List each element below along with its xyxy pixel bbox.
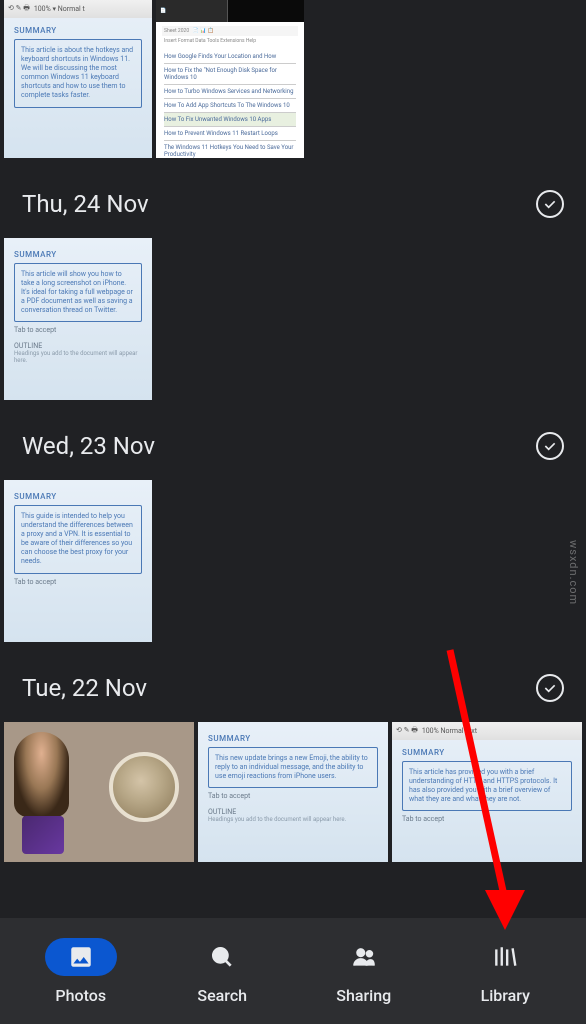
list-line: How to Fix the "Not Enough Disk Space fo… xyxy=(164,64,296,85)
doc-toolbar: ⟲ ✎ 🖶100% Normal text xyxy=(392,722,582,740)
outline-text: Headings you add to the document will ap… xyxy=(14,350,142,364)
list-line: How To Add App Shortcuts To The Windows … xyxy=(164,99,296,113)
nav-icon-wrap xyxy=(469,938,541,976)
select-all-icon[interactable] xyxy=(536,432,564,460)
tab-accept: Tab to accept xyxy=(402,815,572,823)
bottom-nav: Photos Search Sharing Library xyxy=(0,918,586,1024)
nav-library[interactable]: Library xyxy=(435,938,577,1005)
sharing-icon xyxy=(351,944,377,970)
date-header[interactable]: Tue, 22 Nov xyxy=(0,642,586,722)
watermark: wsxdn.com xyxy=(567,540,580,605)
summary-label: SUMMARY xyxy=(14,26,142,35)
summary-label: SUMMARY xyxy=(14,492,142,501)
nav-photos[interactable]: Photos xyxy=(10,938,152,1005)
photo-thumbnail[interactable]: SUMMARY This new update brings a new Emo… xyxy=(198,722,388,862)
photo-thumbnail[interactable]: ⟲ ✎ 🖶100% ▾ Normal t SUMMARY This articl… xyxy=(4,0,152,158)
summary-box: This new update brings a new Emoji, the … xyxy=(208,747,378,788)
outline-text: Headings you add to the document will ap… xyxy=(208,816,378,823)
summary-box: This article has provided you with a bri… xyxy=(402,761,572,811)
nav-search[interactable]: Search xyxy=(152,938,294,1005)
cup-object xyxy=(109,752,179,822)
nav-label: Photos xyxy=(55,986,106,1005)
date-label: Wed, 23 Nov xyxy=(22,432,155,460)
screenshot-header: 📄 xyxy=(156,0,304,22)
select-all-icon[interactable] xyxy=(536,190,564,218)
candy-object xyxy=(22,816,64,854)
date-header[interactable]: Thu, 24 Nov xyxy=(0,158,586,238)
search-icon xyxy=(209,944,235,970)
tab-accept: Tab to accept xyxy=(14,326,142,334)
tab-accept: Tab to accept xyxy=(208,792,378,800)
summary-label: SUMMARY xyxy=(14,250,142,259)
nav-sharing[interactable]: Sharing xyxy=(293,938,435,1005)
summary-label: SUMMARY xyxy=(208,734,378,743)
photo-grid-scroll[interactable]: ⟲ ✎ 🖶100% ▾ Normal t SUMMARY This articl… xyxy=(0,0,586,918)
list-line: How To Fix Unwanted Windows 10 Apps xyxy=(164,113,296,127)
photo-thumbnail[interactable]: SUMMARY This article will show you how t… xyxy=(4,238,152,400)
date-header[interactable]: Wed, 23 Nov xyxy=(0,400,586,480)
date-label: Thu, 24 Nov xyxy=(22,190,149,218)
photo-thumbnail[interactable]: SUMMARY This guide is intended to help y… xyxy=(4,480,152,642)
list-line: How to Prevent Windows 11 Restart Loops xyxy=(164,127,296,141)
date-label: Tue, 22 Nov xyxy=(22,674,147,702)
nav-label: Library xyxy=(481,986,530,1005)
photo-thumbnail[interactable]: ⟲ ✎ 🖶100% Normal text SUMMARY This artic… xyxy=(392,722,582,862)
nav-icon-wrap xyxy=(45,938,117,976)
library-icon xyxy=(492,944,518,970)
list-line: How Google Finds Your Location and How xyxy=(164,50,296,64)
photo-thumbnail[interactable]: 📄 Sheet 2020 📄 📊 📋 Insert Format Data To… xyxy=(156,0,304,158)
nav-icon-wrap xyxy=(328,938,400,976)
figurine-object xyxy=(14,732,69,817)
list-line: The Windows 11 Hotkeys You Need to Save … xyxy=(164,141,296,158)
summary-box: This article will show you how to take a… xyxy=(14,263,142,322)
photo-thumbnail[interactable] xyxy=(4,722,194,862)
outline-label: OUTLINE xyxy=(14,342,142,350)
photos-icon xyxy=(68,944,94,970)
tab-accept: Tab to accept xyxy=(14,578,142,586)
doc-toolbar: ⟲ ✎ 🖶100% ▾ Normal t xyxy=(4,0,152,18)
select-all-icon[interactable] xyxy=(536,674,564,702)
nav-label: Search xyxy=(197,986,247,1005)
list-line: How to Turbo Windows Services and Networ… xyxy=(164,85,296,99)
nav-icon-wrap xyxy=(186,938,258,976)
summary-box: This guide is intended to help you under… xyxy=(14,505,142,574)
summary-box: This article is about the hotkeys and ke… xyxy=(14,39,142,108)
summary-label: SUMMARY xyxy=(402,748,572,757)
nav-label: Sharing xyxy=(336,986,391,1005)
outline-label: OUTLINE xyxy=(208,808,378,816)
